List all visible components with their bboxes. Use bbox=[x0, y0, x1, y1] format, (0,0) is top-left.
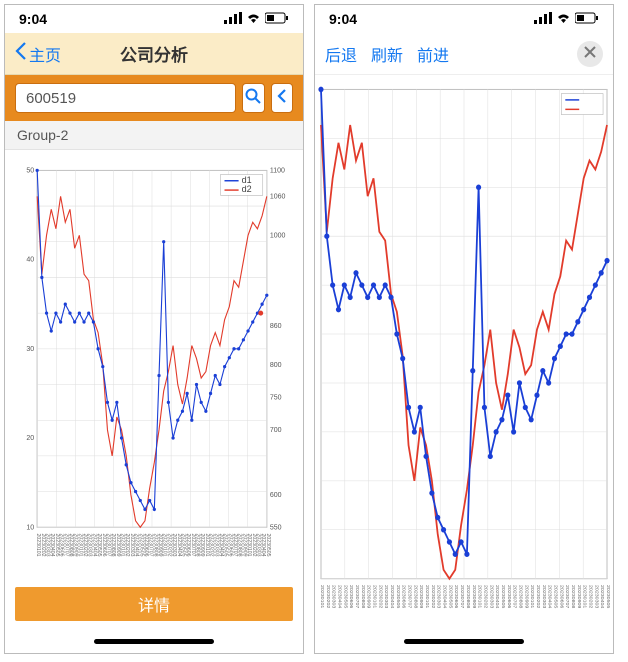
svg-text:20230505: 20230505 bbox=[265, 534, 271, 557]
svg-text:600: 600 bbox=[270, 491, 282, 499]
svg-text:1000: 1000 bbox=[270, 231, 286, 239]
svg-text:10: 10 bbox=[26, 523, 34, 531]
chart-zoom[interactable]: 2023010120230202202303032023040420230505… bbox=[317, 81, 611, 627]
signal-icon bbox=[534, 11, 552, 27]
collapse-button[interactable] bbox=[271, 83, 294, 113]
svg-text:20230505: 20230505 bbox=[605, 585, 611, 609]
svg-text:1060: 1060 bbox=[270, 192, 286, 200]
phone-left: 9:04 主页 公司分析 bbox=[4, 4, 304, 654]
home-indicator bbox=[315, 629, 613, 653]
search-button[interactable] bbox=[242, 83, 265, 113]
search-input[interactable] bbox=[15, 83, 236, 113]
nav-bar: 主页 公司分析 bbox=[5, 33, 303, 75]
battery-icon bbox=[265, 11, 289, 27]
svg-text:50: 50 bbox=[26, 166, 34, 174]
phone-right: 9:04 后退 刷新 前进 202301012023020220230 bbox=[314, 4, 614, 654]
close-icon bbox=[584, 45, 596, 62]
chart-area: 10 20 30 40 50 550 600 700 750 800 860 1000 1060 1100… bbox=[5, 150, 303, 579]
nav-back[interactable]: 后退 bbox=[325, 42, 357, 66]
svg-text:800: 800 bbox=[270, 361, 282, 369]
details-button[interactable]: 详情 bbox=[15, 587, 293, 621]
back-label: 主页 bbox=[29, 42, 61, 66]
status-bar: 9:04 bbox=[315, 5, 613, 33]
status-right bbox=[534, 11, 599, 27]
nav-actions: 后退 刷新 前进 bbox=[325, 42, 449, 66]
nav-back-group: 主页 bbox=[15, 42, 61, 66]
details-label: 详情 bbox=[138, 592, 170, 616]
nav-bar: 后退 刷新 前进 bbox=[315, 33, 613, 75]
svg-text:40: 40 bbox=[26, 256, 34, 264]
svg-text:30: 30 bbox=[26, 345, 34, 353]
status-time: 9:04 bbox=[19, 11, 47, 27]
close-button[interactable] bbox=[577, 41, 603, 67]
svg-text:550: 550 bbox=[270, 523, 282, 531]
back-button[interactable]: 主页 bbox=[15, 42, 61, 66]
home-indicator bbox=[5, 629, 303, 653]
chevron-left-icon bbox=[276, 88, 288, 109]
nav-refresh[interactable]: 刷新 bbox=[371, 42, 403, 66]
search-toolbar bbox=[5, 75, 303, 121]
svg-text:750: 750 bbox=[270, 393, 282, 401]
wifi-icon bbox=[246, 11, 261, 27]
chart-area-zoom: 2023010120230202202303032023040420230505… bbox=[315, 75, 613, 629]
group-label: Group-2 bbox=[5, 121, 303, 150]
search-icon bbox=[245, 88, 261, 109]
svg-text:860: 860 bbox=[270, 322, 282, 330]
nav-forward[interactable]: 前进 bbox=[417, 42, 449, 66]
status-bar: 9:04 bbox=[5, 5, 303, 33]
chart-main[interactable]: 10 20 30 40 50 550 600 700 750 800 860 1000 1060 1100… bbox=[13, 160, 295, 575]
wifi-icon bbox=[556, 11, 571, 27]
signal-icon bbox=[224, 11, 242, 27]
chevron-left-icon bbox=[15, 42, 27, 65]
svg-text:1100: 1100 bbox=[270, 166, 285, 174]
battery-icon bbox=[575, 11, 599, 27]
status-right bbox=[224, 11, 289, 27]
status-time: 9:04 bbox=[329, 11, 357, 27]
svg-text:700: 700 bbox=[270, 426, 282, 434]
svg-text:20: 20 bbox=[26, 434, 34, 442]
svg-text:d2: d2 bbox=[242, 184, 252, 194]
